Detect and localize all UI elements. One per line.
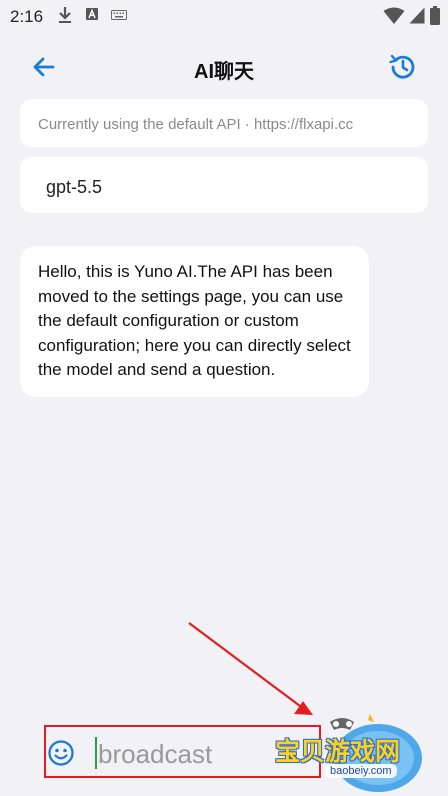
watermark-url: baobeiy.com bbox=[325, 764, 397, 778]
annotation-arrow bbox=[188, 622, 313, 715]
watermark: 宝贝游戏网 baobeiy.com bbox=[270, 700, 448, 796]
watermark-brand: 宝贝游戏网 bbox=[275, 738, 401, 766]
